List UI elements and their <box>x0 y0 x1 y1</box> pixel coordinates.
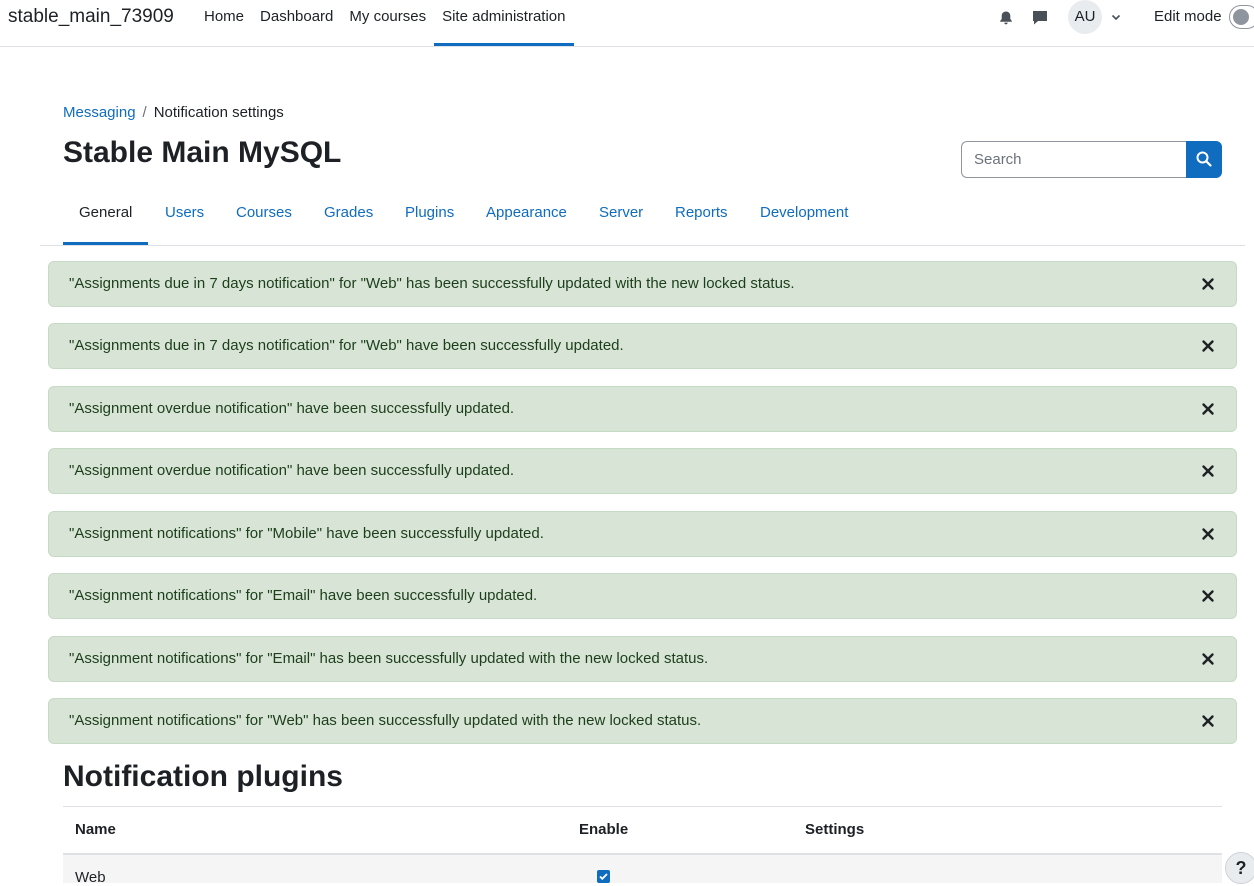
success-alert: "Assignments due in 7 days notification"… <box>48 261 1237 307</box>
breadcrumb: Messaging / Notification settings <box>63 104 284 121</box>
chevron-down-icon[interactable] <box>1110 10 1122 22</box>
success-alert: "Assignment notifications" for "Mobile" … <box>48 511 1237 557</box>
edit-mode-label: Edit mode <box>1154 8 1222 25</box>
alert-message: "Assignments due in 7 days notification"… <box>69 275 795 292</box>
success-alert: "Assignment notifications" for "Web" has… <box>48 698 1237 744</box>
alert-message: "Assignment notifications" for "Web" has… <box>69 712 702 729</box>
nav-site-administration[interactable]: Site administration <box>434 0 574 46</box>
tab-appearance[interactable]: Appearance <box>470 190 583 245</box>
breadcrumb-separator: / <box>142 104 147 121</box>
top-navbar: stable_main_73909 Home Dashboard My cour… <box>0 0 1254 47</box>
alert-message: "Assignment overdue notification" have b… <box>69 400 515 417</box>
close-icon[interactable] <box>1200 401 1216 417</box>
tab-courses[interactable]: Courses <box>220 190 308 245</box>
enable-checkbox[interactable] <box>597 870 610 883</box>
nav-dashboard[interactable]: Dashboard <box>252 0 341 46</box>
breadcrumb-messaging[interactable]: Messaging <box>63 104 136 121</box>
search-button[interactable] <box>1186 141 1222 178</box>
breadcrumb-current: Notification settings <box>153 104 284 121</box>
table-row <box>63 855 1222 883</box>
success-alert: "Assignment overdue notification" have b… <box>48 448 1237 494</box>
avatar[interactable]: AU <box>1068 0 1102 34</box>
success-alert: "Assignment overdue notification" have b… <box>48 386 1237 432</box>
column-header-enable: Enable <box>579 821 629 838</box>
search-icon <box>1196 151 1212 167</box>
chat-icon[interactable] <box>1030 8 1050 28</box>
checkmark-icon <box>599 873 608 881</box>
section-title: Notification plugins <box>63 760 343 793</box>
tab-general[interactable]: General <box>63 190 149 245</box>
alert-message: "Assignment notifications" for "Email" h… <box>69 587 538 604</box>
close-icon[interactable] <box>1200 463 1216 479</box>
page-title: Stable Main MySQL <box>63 136 342 169</box>
tab-users[interactable]: Users <box>149 190 220 245</box>
tab-plugins[interactable]: Plugins <box>389 190 470 245</box>
plugin-name-cell: Web <box>75 869 106 886</box>
tab-grades[interactable]: Grades <box>308 190 389 245</box>
column-header-settings: Settings <box>805 821 865 838</box>
nav-my-courses[interactable]: My courses <box>341 0 434 46</box>
secondary-navigation-tabs: General Users Courses Grades Plugins App… <box>40 190 1245 246</box>
success-alert: "Assignments due in 7 days notification"… <box>48 323 1237 369</box>
column-header-name: Name <box>75 821 116 838</box>
toggle-knob <box>1233 9 1249 25</box>
close-icon[interactable] <box>1200 338 1216 354</box>
close-icon[interactable] <box>1200 713 1216 729</box>
close-icon[interactable] <box>1200 276 1216 292</box>
alert-message: "Assignment overdue notification" have b… <box>69 462 515 479</box>
tab-reports[interactable]: Reports <box>659 190 744 245</box>
site-name[interactable]: stable_main_73909 <box>8 6 174 28</box>
nav-home[interactable]: Home <box>196 0 252 46</box>
alert-message: "Assignment notifications" for "Mobile" … <box>69 525 544 542</box>
edit-mode-toggle[interactable] <box>1229 5 1254 29</box>
table-divider <box>63 806 1222 807</box>
close-icon[interactable] <box>1200 588 1216 604</box>
success-alert: "Assignment notifications" for "Email" h… <box>48 573 1237 619</box>
tab-development[interactable]: Development <box>744 190 864 245</box>
bell-icon[interactable] <box>996 8 1016 28</box>
search-input[interactable] <box>961 141 1187 178</box>
primary-nav: Home Dashboard My courses Site administr… <box>196 0 574 46</box>
success-alert: "Assignment notifications" for "Email" h… <box>48 636 1237 682</box>
search-box <box>961 141 1222 178</box>
alert-message: "Assignments due in 7 days notification"… <box>69 337 624 354</box>
alert-message: "Assignment notifications" for "Email" h… <box>69 650 709 667</box>
close-icon[interactable] <box>1200 526 1216 542</box>
help-button[interactable]: ? <box>1225 852 1254 884</box>
tab-server[interactable]: Server <box>583 190 659 245</box>
close-icon[interactable] <box>1200 651 1216 667</box>
